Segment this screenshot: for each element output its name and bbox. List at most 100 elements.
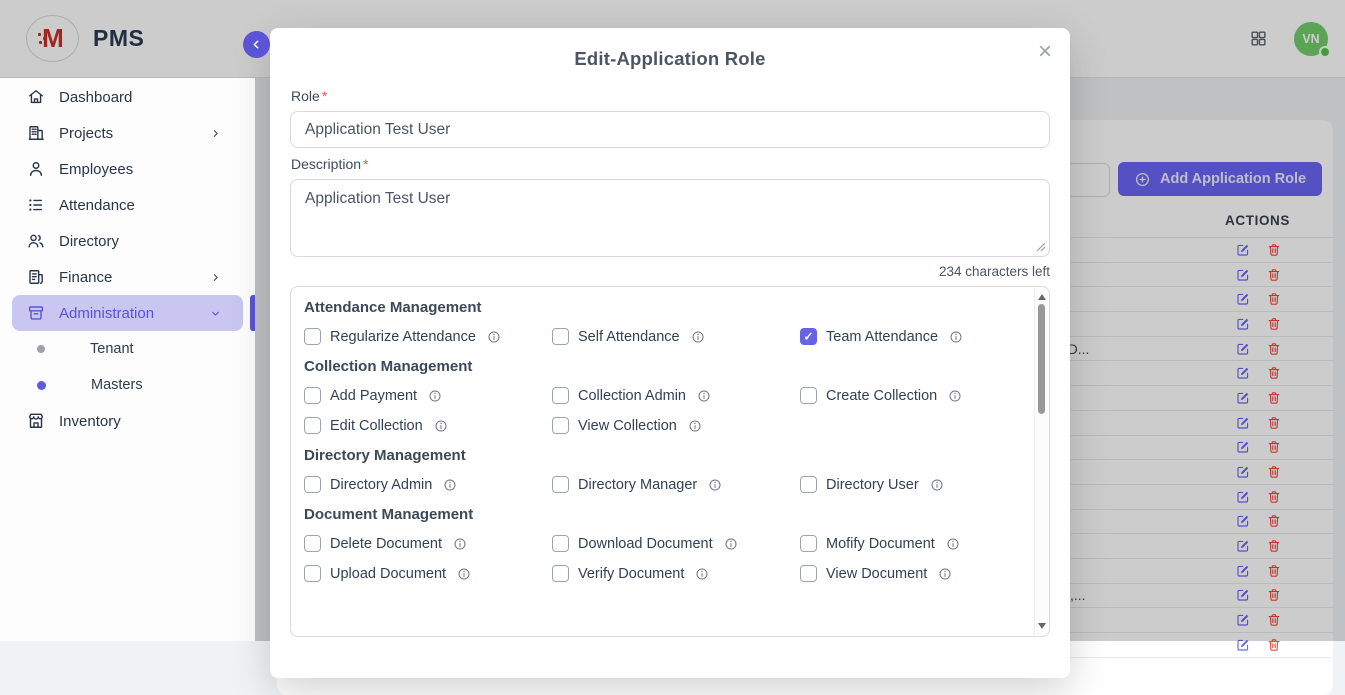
required-asterisk: *	[322, 88, 327, 104]
sidebar-item-employees[interactable]: Employees	[12, 151, 243, 187]
permission-label: Verify Document	[578, 566, 684, 582]
scroll-up-icon[interactable]	[1038, 294, 1046, 300]
checkbox[interactable]	[304, 476, 321, 493]
bullet-icon	[37, 345, 45, 353]
modal-title: Edit-Application Role	[290, 48, 1050, 70]
chevron-left-icon	[250, 38, 263, 51]
info-icon[interactable]	[428, 389, 442, 403]
permission-label: Directory Manager	[578, 477, 697, 493]
sidebar-item-directory[interactable]: Directory	[12, 223, 243, 259]
checkbox[interactable]	[552, 417, 569, 434]
permission-delete-document[interactable]: Delete Document	[304, 535, 552, 552]
permission-directory-user[interactable]: Directory User	[800, 476, 1027, 493]
sidebar-item-inventory[interactable]: Inventory	[12, 403, 243, 439]
sidebar-item-dashboard[interactable]: Dashboard	[12, 79, 243, 115]
scrollbar-track[interactable]	[1034, 288, 1048, 635]
info-icon[interactable]	[724, 537, 738, 551]
checkbox[interactable]	[552, 387, 569, 404]
info-icon[interactable]	[691, 330, 705, 344]
permission-mofify-document[interactable]: Mofify Document	[800, 535, 1027, 552]
permission-group-directory-management: Directory Management Directory Admin Direc…	[304, 447, 1027, 493]
sidebar-item-finance[interactable]: Finance	[12, 259, 243, 295]
directory-icon	[26, 231, 46, 251]
sidebar-item-label: Projects	[59, 125, 113, 142]
sidebar-subitem-tenant[interactable]: Tenant	[12, 331, 243, 367]
permission-directory-admin[interactable]: Directory Admin	[304, 476, 552, 493]
info-icon[interactable]	[487, 330, 501, 344]
sidebar-item-administration[interactable]: Administration	[12, 295, 243, 331]
permission-label: Mofify Document	[826, 536, 935, 552]
permission-label: Self Attendance	[578, 329, 680, 345]
checkbox[interactable]	[552, 328, 569, 345]
description-label: Description*	[291, 156, 1050, 172]
employees-icon	[26, 159, 46, 179]
dashboard-icon	[26, 87, 46, 107]
permission-download-document[interactable]: Download Document	[552, 535, 800, 552]
permission-create-collection[interactable]: Create Collection	[800, 387, 1027, 404]
sidebar-item-attendance[interactable]: Attendance	[12, 187, 243, 223]
checkbox[interactable]	[800, 535, 817, 552]
sidebar-item-label: Dashboard	[59, 89, 132, 106]
checkbox[interactable]	[552, 565, 569, 582]
resize-grip-icon[interactable]	[1036, 242, 1046, 252]
attendance-icon	[26, 195, 46, 215]
permission-regularize-attendance[interactable]: Regularize Attendance	[304, 328, 552, 345]
checkbox[interactable]	[304, 417, 321, 434]
permission-group-collection-management: Collection Management Add Payment Collecti…	[304, 358, 1027, 434]
info-icon[interactable]	[434, 419, 448, 433]
info-icon[interactable]	[688, 419, 702, 433]
info-icon[interactable]	[930, 478, 944, 492]
checkbox[interactable]	[552, 476, 569, 493]
info-icon[interactable]	[938, 567, 952, 581]
permission-verify-document[interactable]: Verify Document	[552, 565, 800, 582]
permission-label: Create Collection	[826, 388, 937, 404]
permission-group-title: Collection Management	[304, 358, 1027, 375]
sidebar-subitem-masters[interactable]: Masters	[12, 367, 243, 403]
role-input[interactable]	[290, 111, 1050, 148]
checkbox[interactable]	[800, 387, 817, 404]
permission-label: Regularize Attendance	[330, 329, 476, 345]
info-icon[interactable]	[457, 567, 471, 581]
permission-group-title: Directory Management	[304, 447, 1027, 464]
sidebar-item-projects[interactable]: Projects	[12, 115, 243, 151]
permission-group-title: Document Management	[304, 506, 1027, 523]
chevron-down-icon	[210, 308, 221, 319]
scroll-down-icon[interactable]	[1038, 623, 1046, 629]
description-field: Description* Application Test User 234 c…	[290, 156, 1050, 279]
permission-upload-document[interactable]: Upload Document	[304, 565, 552, 582]
info-icon[interactable]	[695, 567, 709, 581]
permission-view-collection[interactable]: View Collection	[552, 417, 800, 434]
description-textarea[interactable]: Application Test User	[290, 179, 1050, 257]
permission-edit-collection[interactable]: Edit Collection	[304, 417, 552, 434]
scroll-thumb[interactable]	[1038, 304, 1045, 414]
info-icon[interactable]	[697, 389, 711, 403]
permission-self-attendance[interactable]: Self Attendance	[552, 328, 800, 345]
checkbox[interactable]	[304, 328, 321, 345]
info-icon[interactable]	[453, 537, 467, 551]
checkbox[interactable]	[800, 328, 817, 345]
permission-collection-admin[interactable]: Collection Admin	[552, 387, 800, 404]
checkbox[interactable]	[800, 476, 817, 493]
permission-add-payment[interactable]: Add Payment	[304, 387, 552, 404]
sidebar-collapse-button[interactable]	[243, 31, 270, 58]
characters-left-counter: 234 characters left	[290, 264, 1050, 279]
close-icon[interactable]: ×	[1032, 34, 1058, 70]
info-icon[interactable]	[708, 478, 722, 492]
checkbox[interactable]	[304, 387, 321, 404]
checkbox[interactable]	[304, 535, 321, 552]
permission-directory-manager[interactable]: Directory Manager	[552, 476, 800, 493]
permissions-panel: Attendance ManagementRegularize Attendan…	[290, 286, 1050, 637]
sidebar-item-label: Inventory	[59, 413, 121, 430]
permission-team-attendance[interactable]: Team Attendance	[800, 328, 1027, 345]
info-icon[interactable]	[946, 537, 960, 551]
checkbox[interactable]	[552, 535, 569, 552]
sidebar-item-label: Directory	[59, 233, 119, 250]
checkbox[interactable]	[800, 565, 817, 582]
permission-label: Download Document	[578, 536, 713, 552]
permission-label: Collection Admin	[578, 388, 686, 404]
info-icon[interactable]	[948, 389, 962, 403]
info-icon[interactable]	[949, 330, 963, 344]
permission-view-document[interactable]: View Document	[800, 565, 1027, 582]
checkbox[interactable]	[304, 565, 321, 582]
info-icon[interactable]	[443, 478, 457, 492]
